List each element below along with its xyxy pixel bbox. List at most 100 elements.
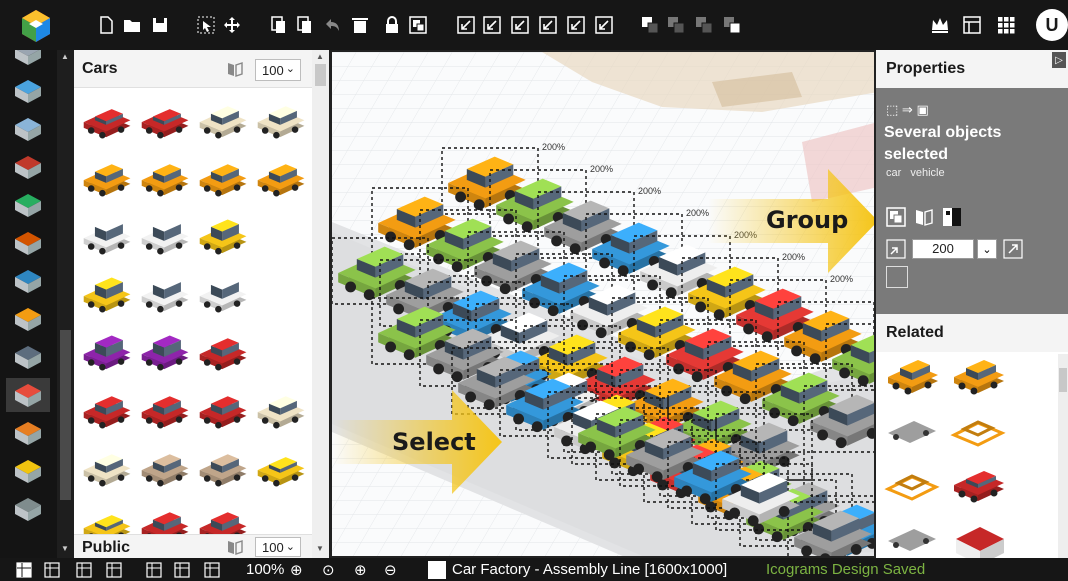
save-icon[interactable] <box>150 15 170 35</box>
tag-vehicle[interactable]: vehicle <box>910 167 944 179</box>
size-input[interactable]: 200 <box>912 239 974 259</box>
design-canvas[interactable]: 200%200%200%200%200%200%200% Select Grou… <box>330 50 876 558</box>
select-tool-icon[interactable] <box>196 15 216 35</box>
category-ufo-icon[interactable] <box>6 50 50 70</box>
zoom-out-icon[interactable]: ⊖ <box>384 561 397 579</box>
library-item-car-icon[interactable] <box>196 270 252 326</box>
category-scroll-thumb[interactable] <box>60 330 71 500</box>
send-to-back-icon[interactable] <box>594 15 614 35</box>
library-item-car-icon[interactable] <box>196 444 252 500</box>
library-item-car-icon[interactable] <box>80 270 136 326</box>
category-buildings-icon[interactable] <box>6 226 50 260</box>
library-item-car-icon[interactable] <box>80 386 136 442</box>
related-item-icon[interactable] <box>950 356 1010 406</box>
scroll-up-icon[interactable]: ▲ <box>316 52 324 61</box>
category-industry-icon[interactable] <box>6 150 50 184</box>
library-item-car-icon[interactable] <box>196 328 252 384</box>
arrange-forward-icon[interactable] <box>666 15 686 35</box>
library-item-car-icon[interactable] <box>196 212 252 268</box>
collapse-panel-icon[interactable]: ▷ <box>1052 52 1066 68</box>
category-people-icon[interactable] <box>6 416 50 450</box>
library-book-icon[interactable] <box>914 207 934 227</box>
library-item-car-icon[interactable] <box>138 386 194 442</box>
align-bottom-left-icon[interactable] <box>456 15 476 35</box>
library-item-car-icon[interactable] <box>138 444 194 500</box>
paste-icon[interactable] <box>294 15 314 35</box>
arrange-backward-icon[interactable] <box>694 15 714 35</box>
new-document-icon[interactable] <box>96 15 116 35</box>
scroll-down-icon[interactable]: ▼ <box>316 544 324 553</box>
tag-car[interactable]: car <box>886 167 901 179</box>
move-tool-icon[interactable] <box>222 15 242 35</box>
library-item-car-icon[interactable] <box>254 154 310 210</box>
contrast-icon[interactable] <box>942 207 962 227</box>
group-icon[interactable] <box>408 15 428 35</box>
scroll-up-icon[interactable]: ▲ <box>61 52 69 61</box>
related-item-icon[interactable] <box>950 464 1010 514</box>
library-item-car-icon[interactable] <box>138 96 194 152</box>
category-city-icon[interactable] <box>6 340 50 374</box>
related-item-icon[interactable] <box>950 518 1010 558</box>
shrink-icon[interactable] <box>886 239 906 259</box>
related-item-icon[interactable] <box>950 410 1010 460</box>
related-item-icon[interactable] <box>884 356 944 406</box>
view-4-icon[interactable] <box>106 562 122 578</box>
library-item-car-icon[interactable] <box>138 154 194 210</box>
category-ships-icon[interactable] <box>6 188 50 222</box>
library-item-car-icon[interactable] <box>80 212 136 268</box>
related-item-icon[interactable] <box>884 410 944 460</box>
library-item-car-icon[interactable] <box>138 212 194 268</box>
library-scroll-thumb[interactable] <box>315 64 326 86</box>
library-zoom-select[interactable]: 100 ⌄ <box>255 59 301 81</box>
enlarge-icon[interactable] <box>1003 239 1023 259</box>
lock-icon[interactable] <box>382 15 402 35</box>
category-vehicles-icon[interactable] <box>6 378 50 412</box>
related-scroll-thumb[interactable] <box>1059 368 1067 392</box>
crown-icon[interactable] <box>930 15 950 35</box>
library-footer-zoom-select[interactable]: 100 ⌄ <box>255 537 301 557</box>
background-color-swatch[interactable] <box>428 561 446 579</box>
library-item-car-icon[interactable] <box>80 328 136 384</box>
view-5-icon[interactable] <box>146 562 162 578</box>
group-objects-icon[interactable] <box>886 207 906 227</box>
view-3-icon[interactable] <box>76 562 92 578</box>
view-2-icon[interactable] <box>44 562 60 578</box>
chevron-down-icon[interactable]: ⌄ <box>977 239 997 259</box>
align-top-left-icon[interactable] <box>510 15 530 35</box>
library-item-car-icon[interactable] <box>138 270 194 326</box>
library-footer[interactable]: Public 100 ⌄ <box>74 534 312 558</box>
zoom-fit-icon[interactable]: ⊙ <box>322 561 335 579</box>
related-item-icon[interactable] <box>884 518 944 558</box>
library-item-car-icon[interactable] <box>196 386 252 442</box>
book-icon[interactable] <box>226 538 244 556</box>
scroll-down-icon[interactable]: ▼ <box>61 544 69 553</box>
align-top-right-icon[interactable] <box>538 15 558 35</box>
book-icon[interactable] <box>226 60 244 78</box>
category-misc-icon[interactable] <box>6 492 50 526</box>
library-item-car-icon[interactable] <box>138 328 194 384</box>
library-item-car-icon[interactable] <box>80 96 136 152</box>
library-scrollbar[interactable]: ▲ ▼ <box>312 50 329 558</box>
undo-icon[interactable] <box>322 15 342 35</box>
color-swatch[interactable] <box>886 266 908 288</box>
user-avatar[interactable]: U <box>1036 9 1068 41</box>
category-power-lines-icon[interactable] <box>6 302 50 336</box>
icograms-logo-icon[interactable] <box>18 8 54 44</box>
arrange-front-icon[interactable] <box>640 15 660 35</box>
bring-to-front-icon[interactable] <box>566 15 586 35</box>
view-1-icon[interactable] <box>16 562 32 578</box>
copy-icon[interactable] <box>268 15 288 35</box>
related-scrollbar[interactable] <box>1058 354 1068 558</box>
category-trees-icon[interactable] <box>6 454 50 488</box>
delete-icon[interactable] <box>350 15 370 35</box>
category-terrain-icon[interactable] <box>6 264 50 298</box>
library-item-car-icon[interactable] <box>80 154 136 210</box>
zoom-in-icon[interactable]: ⊕ <box>290 561 303 579</box>
category-airport-icon[interactable] <box>6 112 50 146</box>
open-folder-icon[interactable] <box>122 15 142 35</box>
related-item-icon[interactable] <box>884 464 944 514</box>
view-7-icon[interactable] <box>204 562 220 578</box>
category-wifi-icon[interactable] <box>6 74 50 108</box>
library-item-car-icon[interactable] <box>254 386 310 442</box>
grid-apps-icon[interactable] <box>996 15 1016 35</box>
